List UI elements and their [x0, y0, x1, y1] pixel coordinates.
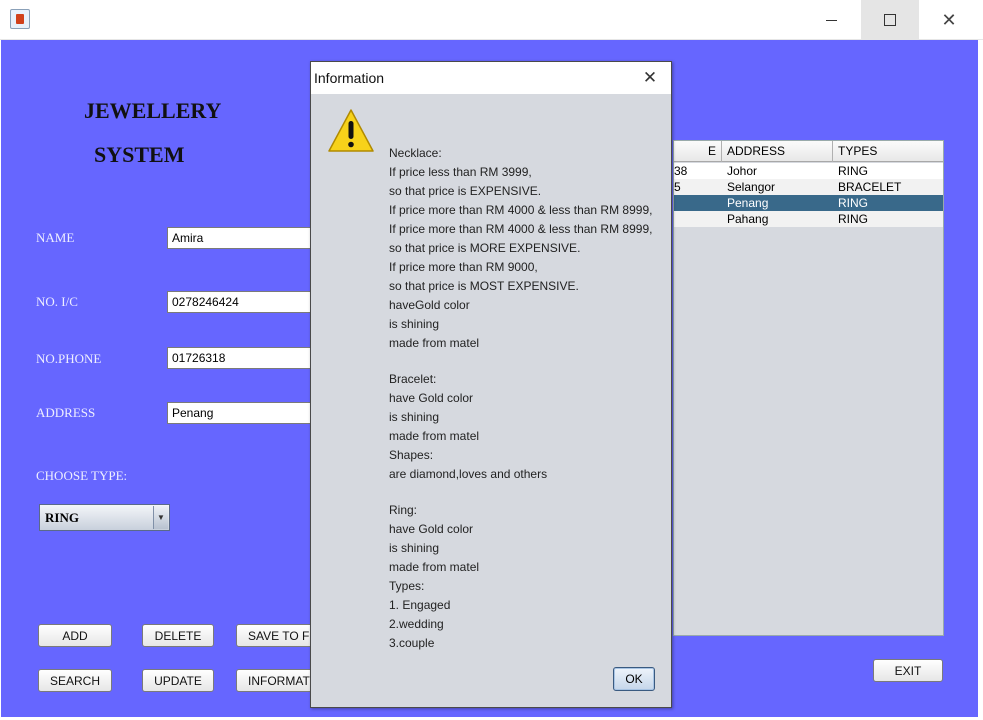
dialog-title: Information [314, 70, 385, 86]
delete-button[interactable]: DELETE [142, 624, 214, 647]
dialog-message-line [389, 484, 664, 501]
table-row[interactable]: 5 Selangor BRACELET [674, 179, 943, 195]
choose-type-label: CHOOSE TYPE: [36, 468, 128, 483]
dialog-message-line [389, 353, 664, 370]
dialog-message-line: Shapes: [389, 448, 434, 462]
cell-type: BRACELET [838, 180, 902, 194]
dialog-message-line: If price more than RM 4000 & less than R… [389, 222, 653, 236]
records-table[interactable]: E ADDRESS TYPES 38 Johor RING 5 Selangor… [673, 140, 944, 636]
type-selected-value: RING [45, 510, 79, 525]
maximize-icon [884, 14, 896, 26]
table-header: E ADDRESS TYPES [674, 141, 943, 162]
dialog-message-line: 3.couple [389, 636, 435, 650]
dialog-message-line: so that price is MOST EXPENSIVE. [389, 279, 579, 293]
column-header-phone[interactable]: E [674, 141, 722, 162]
dialog-message-line: haveGold color [389, 298, 470, 312]
cell-address: Selangor [727, 180, 776, 194]
app-title-line1: JEWELLERY [84, 98, 222, 123]
minimize-icon [825, 19, 837, 21]
dialog-message-line: If price more than RM 4000 & less than R… [389, 203, 653, 217]
cell-phone: 38 [674, 164, 688, 178]
save-to-file-button[interactable]: SAVE TO FI [236, 624, 316, 647]
dialog-message-line: so that price is EXPENSIVE. [389, 184, 542, 198]
dialog-close-button[interactable]: ✕ [637, 66, 663, 90]
warning-icon [328, 109, 374, 152]
cell-type: RING [838, 196, 868, 210]
dialog-message-line: have Gold color [389, 522, 474, 536]
dialog-message-line: made from matel [389, 560, 480, 574]
close-icon: ✕ [642, 68, 658, 88]
dialog-message: Necklace: If price less than RM 3999, so t… [389, 144, 664, 653]
cell-phone [674, 211, 719, 227]
table-row[interactable]: Pahang RING [674, 211, 943, 227]
table-row-selected[interactable]: Penang RING [674, 195, 943, 211]
phone-label: NO.PHONE [36, 351, 102, 366]
name-label: NAME [36, 230, 75, 245]
update-button[interactable]: UPDATE [142, 669, 214, 692]
cell-address: Pahang [727, 212, 769, 226]
dialog-message-line: is shining [389, 317, 440, 331]
dialog-message-line: If price more than RM 9000, [389, 260, 538, 274]
java-app-icon [10, 9, 30, 29]
cell-phone: 5 [674, 180, 681, 194]
dialog-titlebar: Information ✕ [311, 62, 671, 94]
minimize-button[interactable] [802, 0, 860, 40]
app-title-line2: SYSTEM [94, 142, 185, 167]
information-button[interactable]: INFORMATI [236, 669, 316, 692]
dialog-message-line: Types: [389, 579, 425, 593]
dialog-message-line: made from matel [389, 336, 480, 350]
address-label: ADDRESS [36, 405, 96, 420]
cell-phone [674, 195, 719, 211]
dialog-message-line: 2.wedding [389, 617, 444, 631]
close-window-button[interactable]: ✕ [920, 0, 978, 40]
ic-label: NO. I/C [36, 294, 78, 309]
exit-button[interactable]: EXIT [873, 659, 943, 682]
dialog-message-line: If price less than RM 3999, [389, 165, 532, 179]
cell-type: RING [838, 164, 868, 178]
dialog-message-line: Necklace: [389, 146, 442, 160]
dialog-message-line: is shining [389, 410, 440, 424]
cell-address: Penang [727, 196, 769, 210]
dialog-message-line: so that price is MORE EXPENSIVE. [389, 241, 581, 255]
maximize-button[interactable] [861, 0, 919, 40]
dialog-message-line: Bracelet: [389, 372, 437, 386]
dialog-message-line: Ring: [389, 503, 418, 517]
window-right-edge [978, 40, 983, 720]
dialog-message-line: are diamond,loves and others [389, 467, 548, 481]
table-row[interactable]: 38 Johor RING [674, 163, 943, 179]
window-titlebar: ✕ [0, 0, 983, 40]
close-icon: ✕ [941, 9, 957, 31]
cell-type: RING [838, 212, 868, 226]
cell-address: Johor [727, 164, 758, 178]
column-header-address[interactable]: ADDRESS [722, 141, 833, 162]
column-header-types[interactable]: TYPES [833, 141, 943, 162]
type-combobox[interactable]: RING ▼ [39, 504, 170, 531]
chevron-down-icon[interactable]: ▼ [153, 506, 168, 529]
add-button[interactable]: ADD [38, 624, 112, 647]
dialog-message-line: 1. Engaged [389, 598, 451, 612]
dialog-message-line: have Gold color [389, 391, 474, 405]
ok-button[interactable]: OK [613, 667, 655, 691]
information-dialog: Information ✕ Necklace: If price less tha… [310, 61, 672, 708]
dialog-message-line: made from matel [389, 429, 480, 443]
search-button[interactable]: SEARCH [38, 669, 112, 692]
dialog-message-line: is shining [389, 541, 440, 555]
